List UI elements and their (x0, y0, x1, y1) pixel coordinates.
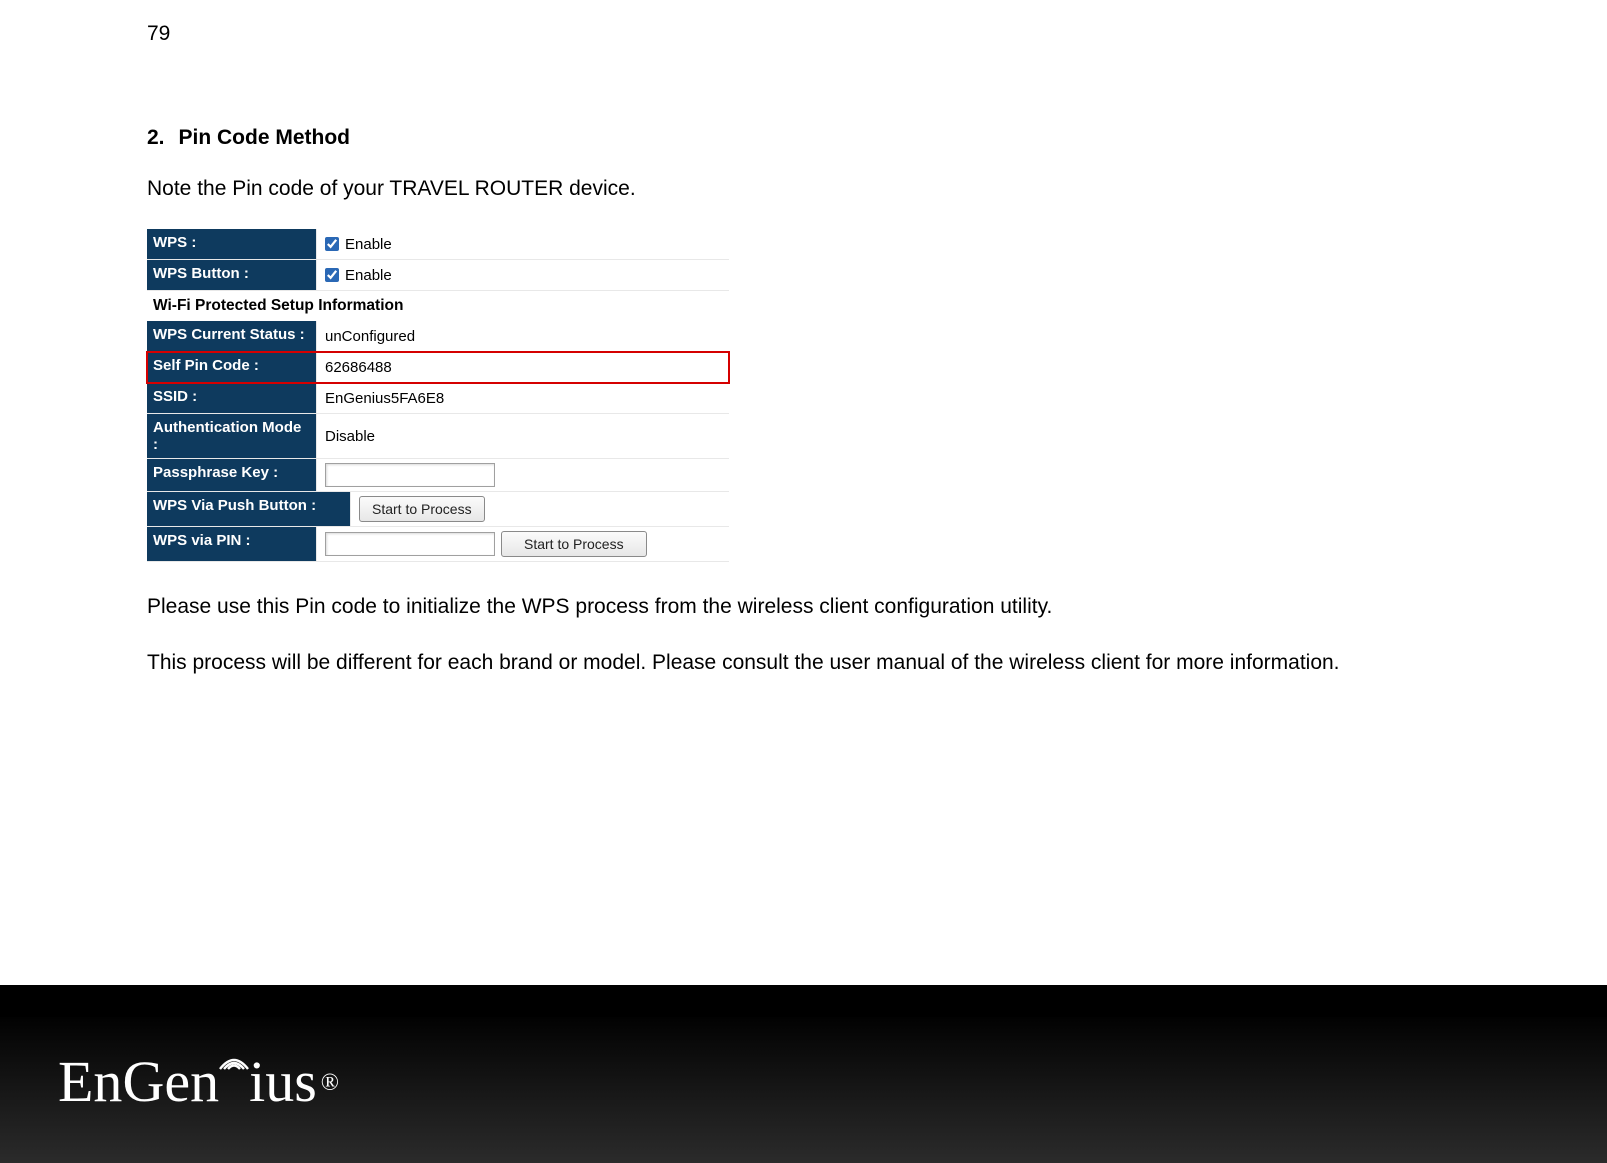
value-push: Start to Process (351, 492, 729, 526)
paragraph-1: Please use this Pin code to initialize t… (147, 592, 1467, 621)
value-via-pin: Start to Process (317, 527, 729, 561)
paragraph-2: This process will be different for each … (147, 648, 1467, 677)
intro-paragraph: Note the Pin code of your TRAVEL ROUTER … (147, 174, 1467, 203)
content-block: 2. Pin Code Method Note the Pin code of y… (147, 126, 1467, 703)
wps-config-panel: WPS : Enable WPS Button : Enable Wi-Fi P… (147, 229, 729, 562)
heading-number: 2. (147, 126, 165, 150)
value-auth: Disable (317, 414, 729, 458)
label-ssid: SSID : (147, 383, 317, 413)
push-start-button[interactable]: Start to Process (359, 496, 485, 522)
pin-start-button[interactable]: Start to Process (501, 531, 647, 557)
label-wps-button: WPS Button : (147, 260, 317, 290)
value-wps-button: Enable (317, 260, 729, 290)
label-self-pin: Self Pin Code : (147, 352, 317, 382)
row-push-button: WPS Via Push Button : Start to Process (147, 492, 729, 527)
wps-button-enable-checkbox[interactable] (325, 268, 339, 282)
heading-title: Pin Code Method (179, 126, 351, 149)
row-auth: Authentication Mode : Disable (147, 414, 729, 459)
label-status: WPS Current Status : (147, 321, 317, 351)
value-status: unConfigured (317, 321, 729, 351)
logo-reg: ® (321, 1070, 339, 1097)
value-ssid: EnGenius5FA6E8 (317, 383, 729, 413)
row-status: WPS Current Status : unConfigured (147, 321, 729, 352)
footer-bar: EnGen ius® (0, 985, 1607, 1163)
row-wps-via-pin: WPS via PIN : Start to Process (147, 527, 729, 562)
logo-gen: Gen (122, 1048, 219, 1115)
section-heading: 2. Pin Code Method (147, 126, 1467, 150)
passphrase-input[interactable] (325, 463, 495, 487)
row-wps-button: WPS Button : Enable (147, 260, 729, 291)
wps-enable-checkbox[interactable] (325, 237, 339, 251)
value-wps: Enable (317, 229, 729, 259)
logo-en: En (58, 1048, 122, 1115)
label-wps: WPS : (147, 229, 317, 259)
label-via-pin: WPS via PIN : (147, 527, 317, 561)
row-passphrase: Passphrase Key : (147, 459, 729, 492)
wps-enable-text: Enable (345, 236, 392, 253)
wps-pin-input[interactable] (325, 532, 495, 556)
row-wps: WPS : Enable (147, 229, 729, 260)
engenius-logo: EnGen ius® (58, 1048, 339, 1115)
label-push: WPS Via Push Button : (147, 492, 351, 526)
footer-divider (0, 985, 1607, 1017)
wps-button-enable-text: Enable (345, 267, 392, 284)
value-self-pin: 62686488 (317, 352, 729, 382)
row-self-pin: Self Pin Code : 62686488 (147, 352, 729, 383)
page-number: 79 (147, 22, 170, 46)
label-auth: Authentication Mode : (147, 414, 317, 458)
logo-ius: ius (249, 1048, 317, 1115)
section-wifi-protected: Wi-Fi Protected Setup Information (147, 291, 729, 321)
value-passphrase (317, 459, 729, 491)
label-passphrase: Passphrase Key : (147, 459, 317, 491)
row-ssid: SSID : EnGenius5FA6E8 (147, 383, 729, 414)
